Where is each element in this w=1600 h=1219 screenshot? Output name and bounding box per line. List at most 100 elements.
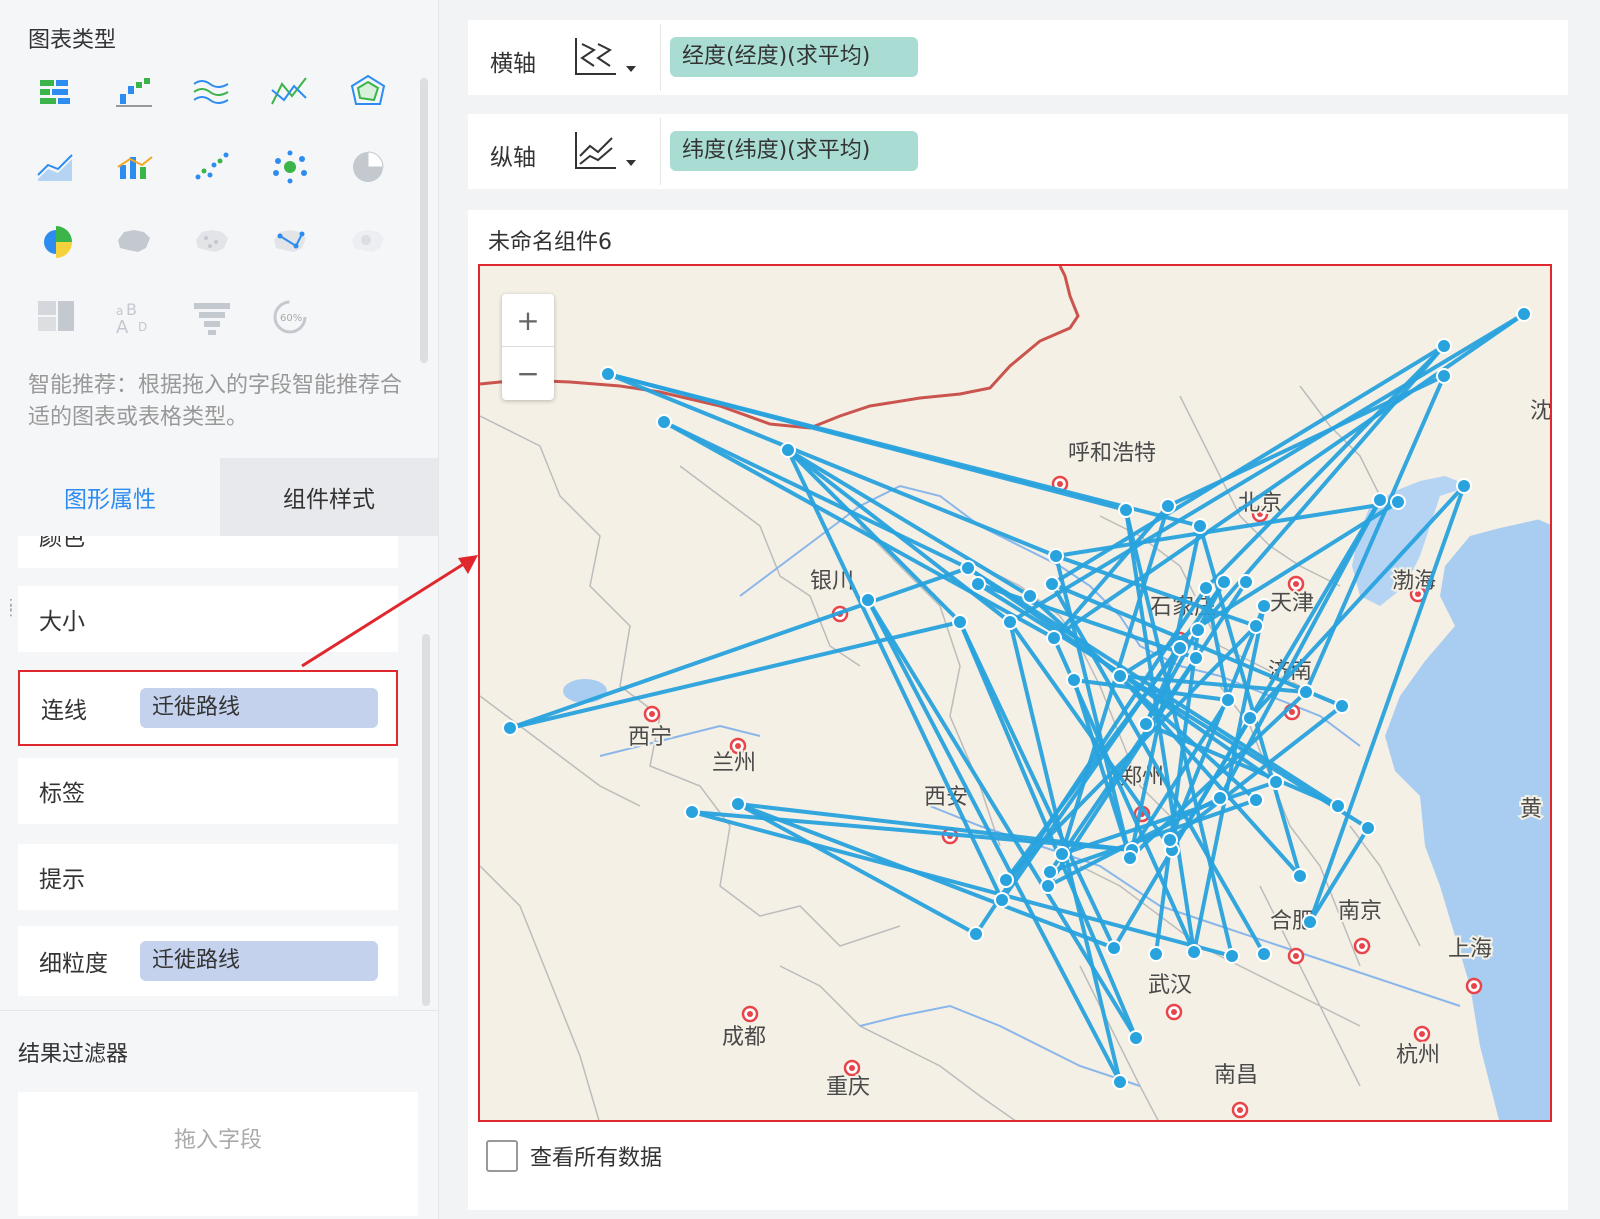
- x-axis-sort-icon[interactable]: [572, 36, 642, 80]
- migration-point[interactable]: [1238, 574, 1254, 590]
- y-axis-sort-icon[interactable]: [572, 130, 642, 174]
- prop-color[interactable]: 颜色: [18, 536, 398, 568]
- migration-point[interactable]: [1302, 914, 1318, 930]
- bubble-chart-icon[interactable]: [260, 137, 320, 197]
- tab-component-style[interactable]: 组件样式: [220, 458, 438, 536]
- migration-point[interactable]: [1248, 618, 1264, 634]
- combo-chart-icon[interactable]: [104, 137, 164, 197]
- bar-chart-icon[interactable]: [26, 62, 86, 122]
- migration-point[interactable]: [1190, 622, 1206, 638]
- zoom-in-button[interactable]: +: [502, 294, 554, 346]
- migration-point[interactable]: [1148, 946, 1164, 962]
- migration-point[interactable]: [994, 892, 1010, 908]
- migration-point[interactable]: [1198, 580, 1214, 596]
- view-all-data[interactable]: 查看所有数据: [486, 1140, 662, 1172]
- prop-line-field-pill[interactable]: 迁徙路线: [140, 688, 378, 728]
- zoom-out-button[interactable]: −: [502, 347, 554, 399]
- migration-point[interactable]: [1256, 946, 1272, 962]
- migration-point[interactable]: [1212, 790, 1228, 806]
- migration-line[interactable]: [866, 598, 1122, 1084]
- migration-point[interactable]: [1106, 940, 1122, 956]
- migration-point[interactable]: [1516, 306, 1532, 322]
- migration-point[interactable]: [1044, 576, 1060, 592]
- migration-point[interactable]: [968, 926, 984, 942]
- rose-chart-icon[interactable]: [26, 212, 86, 272]
- migration-point[interactable]: [1220, 692, 1236, 708]
- map-canvas[interactable]: 呼和浩特北京银川天津石家庄渤海西宁兰州郑州西安济南黄合肥南京上海武汉成都重庆南昌…: [480, 266, 1552, 1122]
- migration-point[interactable]: [1372, 492, 1388, 508]
- migration-point[interactable]: [1042, 864, 1058, 880]
- migration-point[interactable]: [1022, 588, 1038, 604]
- pie-chart-icon[interactable]: [338, 137, 398, 197]
- migration-point[interactable]: [1066, 672, 1082, 688]
- migration-point[interactable]: [1192, 518, 1208, 534]
- migration-point[interactable]: [1046, 630, 1062, 646]
- migration-point[interactable]: [1216, 574, 1232, 590]
- prop-line[interactable]: 连线 迁徙路线: [18, 670, 398, 746]
- funnel-chart-icon[interactable]: [182, 287, 242, 347]
- props-scrollbar[interactable]: [422, 634, 430, 1006]
- migration-map[interactable]: 呼和浩特北京银川天津石家庄渤海西宁兰州郑州西安济南黄合肥南京上海武汉成都重庆南昌…: [478, 264, 1552, 1122]
- migration-point[interactable]: [1248, 792, 1264, 808]
- scatter-chart-icon[interactable]: [182, 137, 242, 197]
- migration-point[interactable]: [1436, 338, 1452, 354]
- treemap-icon[interactable]: [26, 287, 86, 347]
- migration-point[interactable]: [1224, 948, 1240, 964]
- prop-granularity-field-pill[interactable]: 迁徙路线: [140, 941, 378, 981]
- migration-point[interactable]: [1186, 944, 1202, 960]
- chart-type-scrollbar[interactable]: [420, 78, 428, 363]
- prop-size[interactable]: 大小: [18, 586, 398, 652]
- migration-point[interactable]: [1360, 820, 1376, 836]
- migration-point[interactable]: [1054, 846, 1070, 862]
- migration-point[interactable]: [952, 614, 968, 630]
- migration-line[interactable]: [1218, 498, 1382, 800]
- prop-tooltip[interactable]: 提示: [18, 844, 398, 910]
- migration-point[interactable]: [1292, 868, 1308, 884]
- migration-point[interactable]: [860, 592, 876, 608]
- tab-shape-properties[interactable]: 图形属性: [0, 458, 220, 536]
- migration-point[interactable]: [1256, 598, 1272, 614]
- radar-chart-icon[interactable]: [338, 62, 398, 122]
- migration-line[interactable]: [1054, 500, 1400, 558]
- migration-point[interactable]: [998, 872, 1014, 888]
- migration-point[interactable]: [1118, 502, 1134, 518]
- migration-point[interactable]: [960, 560, 976, 576]
- migration-line[interactable]: [606, 372, 1058, 558]
- migration-point[interactable]: [1122, 850, 1138, 866]
- line-area-icon[interactable]: [26, 137, 86, 197]
- migration-point[interactable]: [1040, 878, 1056, 894]
- migration-point[interactable]: [1456, 478, 1472, 494]
- line-chart-icon[interactable]: [260, 62, 320, 122]
- area-chart-icon[interactable]: [182, 62, 242, 122]
- gauge-chart-icon[interactable]: 60%: [260, 287, 320, 347]
- flow-map-icon[interactable]: [260, 212, 320, 272]
- migration-point[interactable]: [780, 442, 796, 458]
- widget-title[interactable]: 未命名组件6: [488, 224, 612, 256]
- migration-point[interactable]: [730, 796, 746, 812]
- migration-point[interactable]: [1112, 668, 1128, 684]
- migration-point[interactable]: [1112, 1074, 1128, 1090]
- migration-point[interactable]: [1162, 832, 1178, 848]
- migration-point[interactable]: [684, 804, 700, 820]
- migration-point[interactable]: [1188, 650, 1204, 666]
- prop-label[interactable]: 标签: [18, 758, 398, 824]
- migration-point[interactable]: [1298, 684, 1314, 700]
- migration-line[interactable]: [736, 802, 978, 936]
- y-axis-field-pill[interactable]: 纬度(纬度)(求平均): [670, 131, 918, 171]
- heat-map-icon[interactable]: [338, 212, 398, 272]
- migration-point[interactable]: [1436, 368, 1452, 384]
- filled-map-icon[interactable]: [104, 212, 164, 272]
- prop-granularity[interactable]: 细粒度 迁徙路线: [18, 926, 398, 996]
- migration-point[interactable]: [1160, 498, 1176, 514]
- point-map-icon[interactable]: [182, 212, 242, 272]
- x-axis-field-pill[interactable]: 经度(经度)(求平均): [670, 37, 918, 77]
- migration-point[interactable]: [1128, 1030, 1144, 1046]
- migration-point[interactable]: [1048, 548, 1064, 564]
- word-cloud-icon[interactable]: BAaD: [104, 287, 164, 347]
- migration-point[interactable]: [1138, 716, 1154, 732]
- migration-point[interactable]: [970, 576, 986, 592]
- migration-point[interactable]: [600, 366, 616, 382]
- migration-point[interactable]: [1002, 614, 1018, 630]
- migration-line[interactable]: [662, 420, 970, 570]
- migration-point[interactable]: [1330, 798, 1346, 814]
